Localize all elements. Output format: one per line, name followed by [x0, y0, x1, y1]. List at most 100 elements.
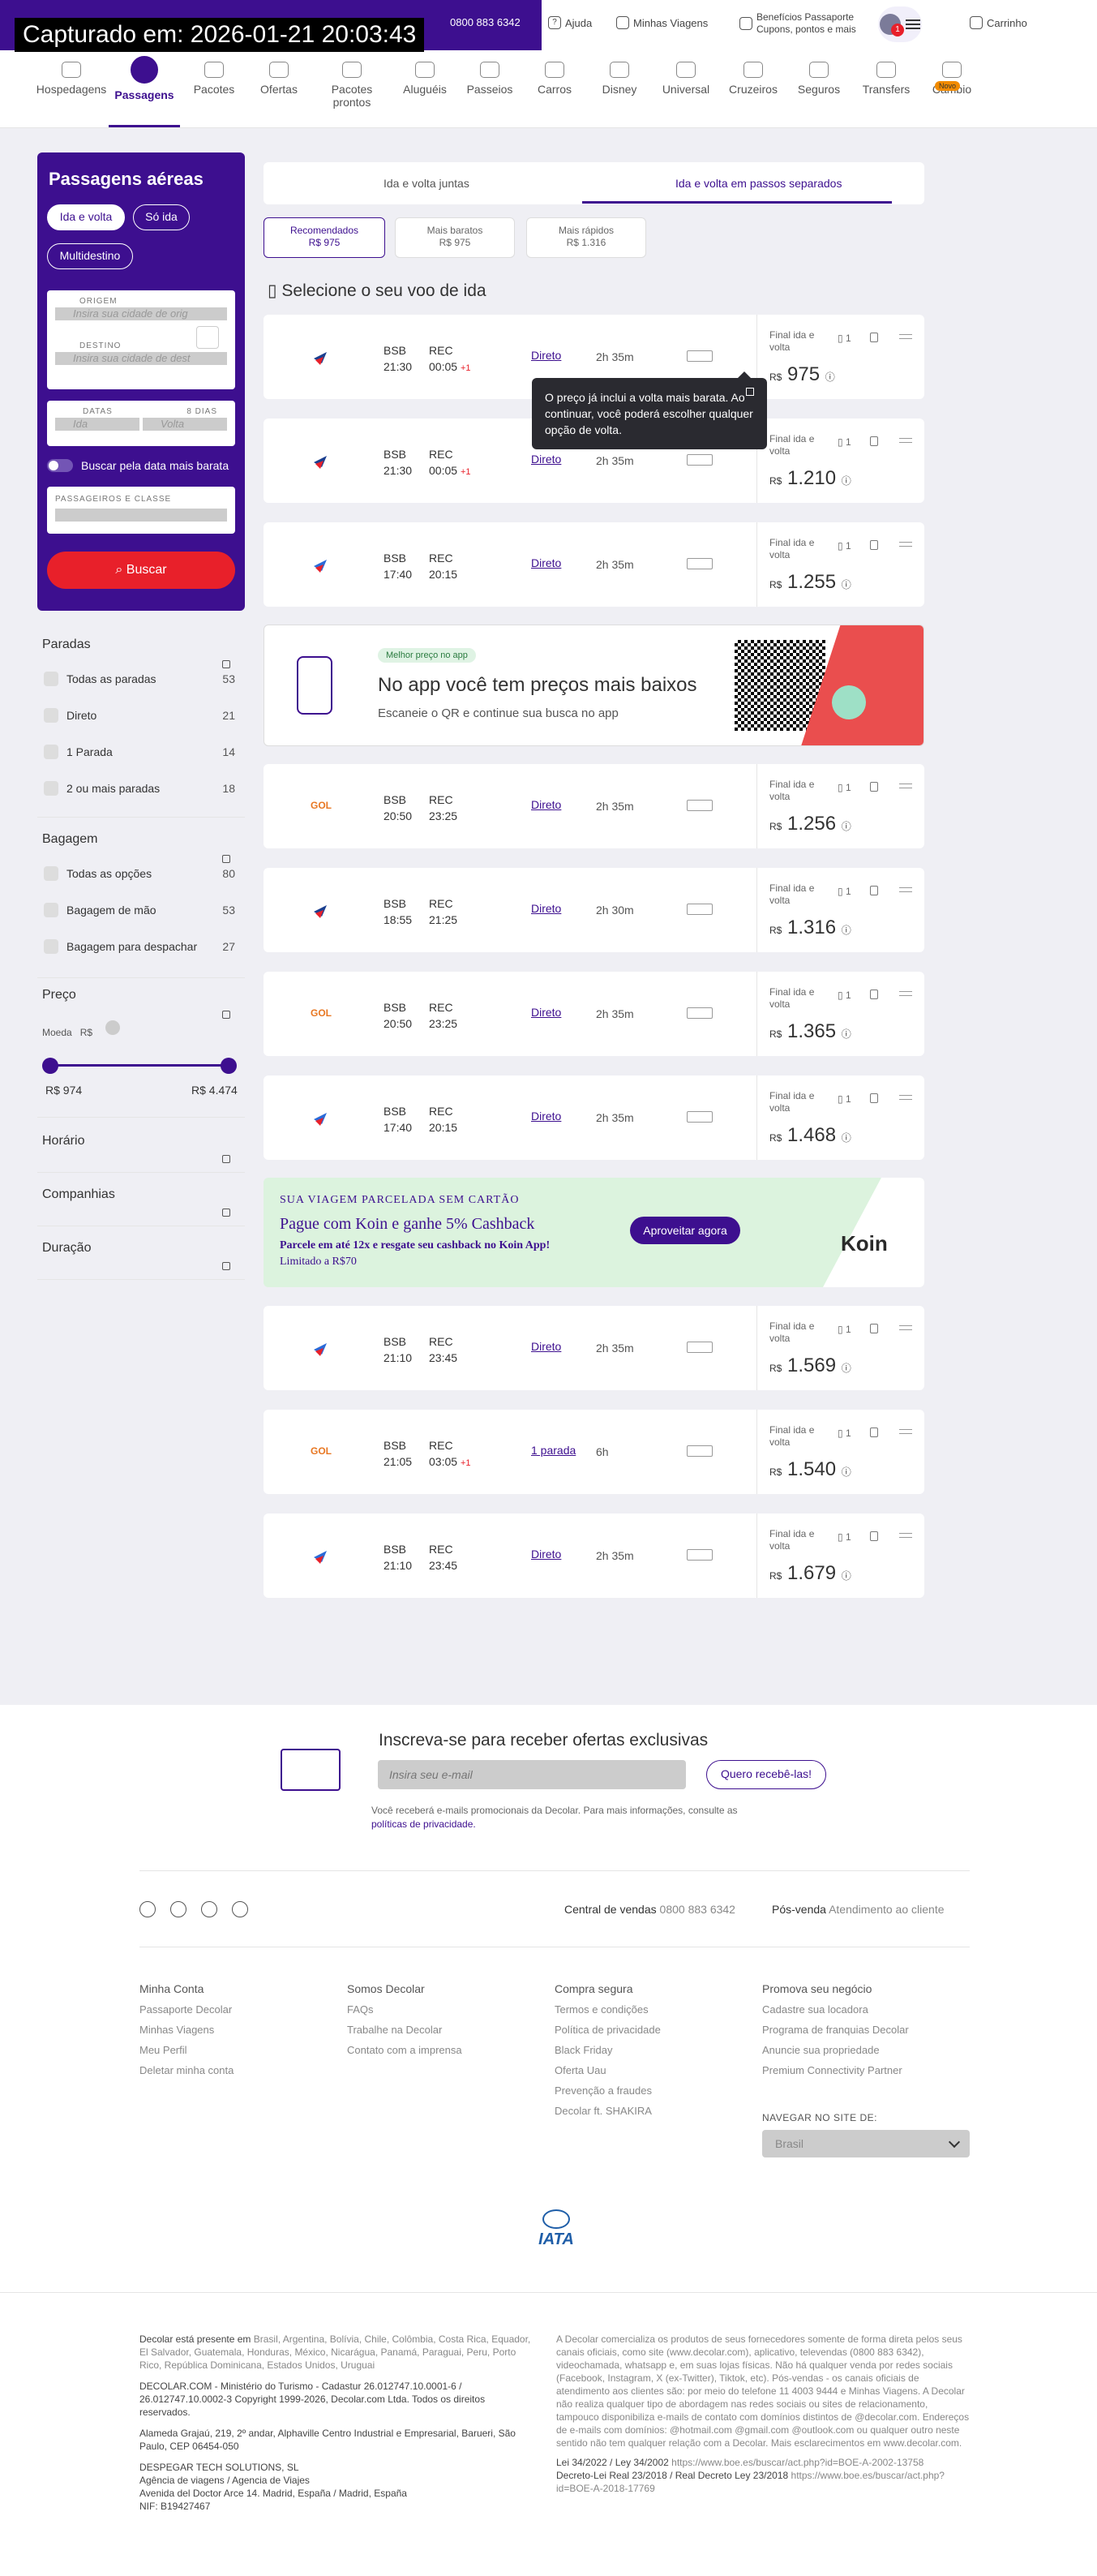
sales-phone[interactable]: 0800 883 6342	[660, 1903, 735, 1916]
price-slider-max-handle[interactable]	[221, 1058, 237, 1074]
info-icon[interactable]: ⓘ	[842, 925, 851, 936]
share-icon[interactable]	[899, 887, 912, 892]
favorite-icon[interactable]	[870, 990, 878, 999]
stops-link[interactable]: Direto	[531, 1110, 561, 1123]
share-icon[interactable]	[899, 991, 912, 996]
footer-link[interactable]: Cadastre sua locadora	[762, 1999, 909, 2020]
sort-cheapest[interactable]: Mais baratos R$ 975	[395, 217, 515, 258]
origin-input[interactable]: Insira sua cidade de orig	[55, 307, 227, 320]
nav-carros[interactable]: Carros	[518, 62, 591, 96]
share-icon[interactable]	[899, 784, 912, 788]
favorite-icon[interactable]	[870, 1531, 878, 1541]
share-icon[interactable]	[899, 1429, 912, 1434]
price-slider-min-handle[interactable]	[42, 1058, 58, 1074]
filter-duration[interactable]: Duração	[37, 1241, 245, 1280]
nav-alugueis[interactable]: Aluguéis	[388, 62, 461, 96]
cart-link[interactable]: Carrinho	[970, 16, 1027, 29]
stops-link[interactable]: 1 parada	[531, 1444, 576, 1457]
law1-link[interactable]: https://www.boe.es/buscar/act.php?id=BOE…	[671, 2457, 923, 2468]
newsletter-submit-button[interactable]: Quero recebê-las!	[706, 1760, 826, 1789]
stops-link[interactable]: Direto	[531, 1548, 561, 1561]
nav-hospedagens[interactable]: Hospedagens	[35, 62, 108, 96]
info-icon[interactable]: ⓘ	[842, 1570, 851, 1582]
destination-input[interactable]: Insira sua cidade de dest	[55, 352, 227, 365]
favorite-icon[interactable]	[870, 782, 878, 792]
favorite-icon[interactable]	[870, 1324, 878, 1333]
footer-link[interactable]: Programa de franquias Decolar	[762, 2020, 909, 2040]
filter-baggage-checked[interactable]: Bagagem para despachar 27	[44, 939, 235, 954]
footer-link[interactable]: Premium Connectivity Partner	[762, 2060, 909, 2080]
tab-round-separate[interactable]: Ida e volta em passos separados	[675, 177, 842, 190]
price-slider-track[interactable]	[50, 1064, 230, 1067]
info-icon[interactable]: ⓘ	[842, 1466, 851, 1478]
koin-cta-button[interactable]: Aproveitar agora	[630, 1217, 740, 1244]
instagram-icon[interactable]	[170, 1901, 186, 1917]
nav-disney[interactable]: Disney	[583, 62, 656, 96]
footer-link[interactable]: Contato com a imprensa	[347, 2040, 462, 2060]
swap-icon[interactable]	[196, 326, 219, 349]
favorite-icon[interactable]	[870, 886, 878, 895]
flight-card[interactable]: BSB REC 21:10 23:45 Direto 2h 35m Final ida e…	[264, 1513, 924, 1598]
chevron-down-icon[interactable]	[222, 1262, 230, 1270]
search-button[interactable]: ⌕ Buscar	[47, 552, 235, 589]
phone-number[interactable]: 0800 883 6342	[450, 16, 521, 28]
filter-schedule[interactable]: Horário	[37, 1134, 245, 1173]
filter-stops-one[interactable]: 1 Parada 14	[44, 745, 235, 759]
footer-link[interactable]: Black Friday	[555, 2040, 661, 2060]
return-date-input[interactable]: Volta	[143, 418, 227, 431]
footer-link[interactable]: Anuncie sua propriedade	[762, 2040, 909, 2060]
nav-seguros[interactable]: Seguros	[782, 62, 855, 96]
filter-stops-direct[interactable]: Direto 21	[44, 708, 235, 723]
footer-link[interactable]: Oferta Uau	[555, 2060, 661, 2080]
twitter-icon[interactable]	[201, 1901, 217, 1917]
trip-type-oneway[interactable]: Só ida	[133, 204, 190, 230]
favorite-icon[interactable]	[870, 1428, 878, 1437]
tab-round-together[interactable]: Ida e volta juntas	[384, 177, 469, 190]
youtube-icon[interactable]	[232, 1901, 248, 1917]
sort-fastest[interactable]: Mais rápidos R$ 1.316	[526, 217, 646, 258]
filter-baggage-hand[interactable]: Bagagem de mão 53	[44, 903, 235, 917]
share-icon[interactable]	[899, 1095, 912, 1100]
stops-link[interactable]: Direto	[531, 453, 561, 466]
newsletter-email-input[interactable]	[378, 1760, 686, 1789]
chevron-down-icon[interactable]	[222, 1155, 230, 1163]
share-icon[interactable]	[899, 1325, 912, 1330]
flight-card[interactable]: GOL BSB REC 20:50 23:25 Direto 2h 35m Final id…	[264, 972, 924, 1056]
currency-selector[interactable]: R$	[80, 1027, 92, 1038]
site-country-select[interactable]: Brasil	[762, 2130, 970, 2157]
favorite-icon[interactable]	[870, 436, 878, 446]
app-promo-banner[interactable]: Melhor preço no app No app você tem preç…	[264, 625, 924, 746]
share-icon[interactable]	[899, 542, 912, 547]
info-icon[interactable]: ⓘ	[842, 475, 851, 487]
footer-link[interactable]: Política de privacidade	[555, 2020, 661, 2040]
favorite-icon[interactable]	[870, 1093, 878, 1103]
info-icon[interactable]: ⓘ	[842, 1132, 851, 1144]
flight-card[interactable]: GOL BSB REC 20:50 23:25 Direto 2h 35m Final id…	[264, 764, 924, 848]
chevron-up-icon[interactable]	[222, 1011, 230, 1019]
footer-link[interactable]: FAQs	[347, 1999, 462, 2020]
nav-passagens[interactable]: Passagens	[108, 56, 181, 101]
nav-pacotes-prontos[interactable]: Pacotes prontos	[315, 62, 388, 109]
chevron-up-icon[interactable]	[222, 855, 230, 863]
nav-passeios[interactable]: Passeios	[453, 62, 526, 96]
close-icon[interactable]	[746, 388, 754, 396]
flight-card[interactable]: BSB REC 17:40 20:15 Direto 2h 35m Final ida e…	[264, 1075, 924, 1160]
passengers-field[interactable]: PASSAGEIROS E CLASSE	[47, 487, 235, 534]
favorite-icon[interactable]	[870, 540, 878, 550]
footer-link[interactable]: Termos e condições	[555, 1999, 661, 2020]
stops-link[interactable]: Direto	[531, 798, 561, 811]
privacy-policy-link[interactable]: políticas de privacidade.	[371, 1818, 476, 1830]
facebook-icon[interactable]	[139, 1901, 156, 1917]
nav-transfers[interactable]: Transfers	[850, 62, 923, 96]
info-icon[interactable]: ⓘ	[825, 371, 835, 383]
chevron-up-icon[interactable]	[222, 660, 230, 668]
stops-link[interactable]: Direto	[531, 556, 561, 569]
stops-link[interactable]: Direto	[531, 1340, 561, 1353]
stops-link[interactable]: Direto	[531, 1006, 561, 1019]
info-icon[interactable]: ⓘ	[842, 821, 851, 832]
share-icon[interactable]	[899, 334, 912, 339]
passengers-input[interactable]	[55, 509, 227, 522]
share-icon[interactable]	[899, 438, 912, 443]
flight-card[interactable]: BSB REC 21:10 23:45 Direto 2h 35m Final ida e…	[264, 1306, 924, 1390]
footer-link[interactable]: Meu Perfil	[139, 2040, 234, 2060]
